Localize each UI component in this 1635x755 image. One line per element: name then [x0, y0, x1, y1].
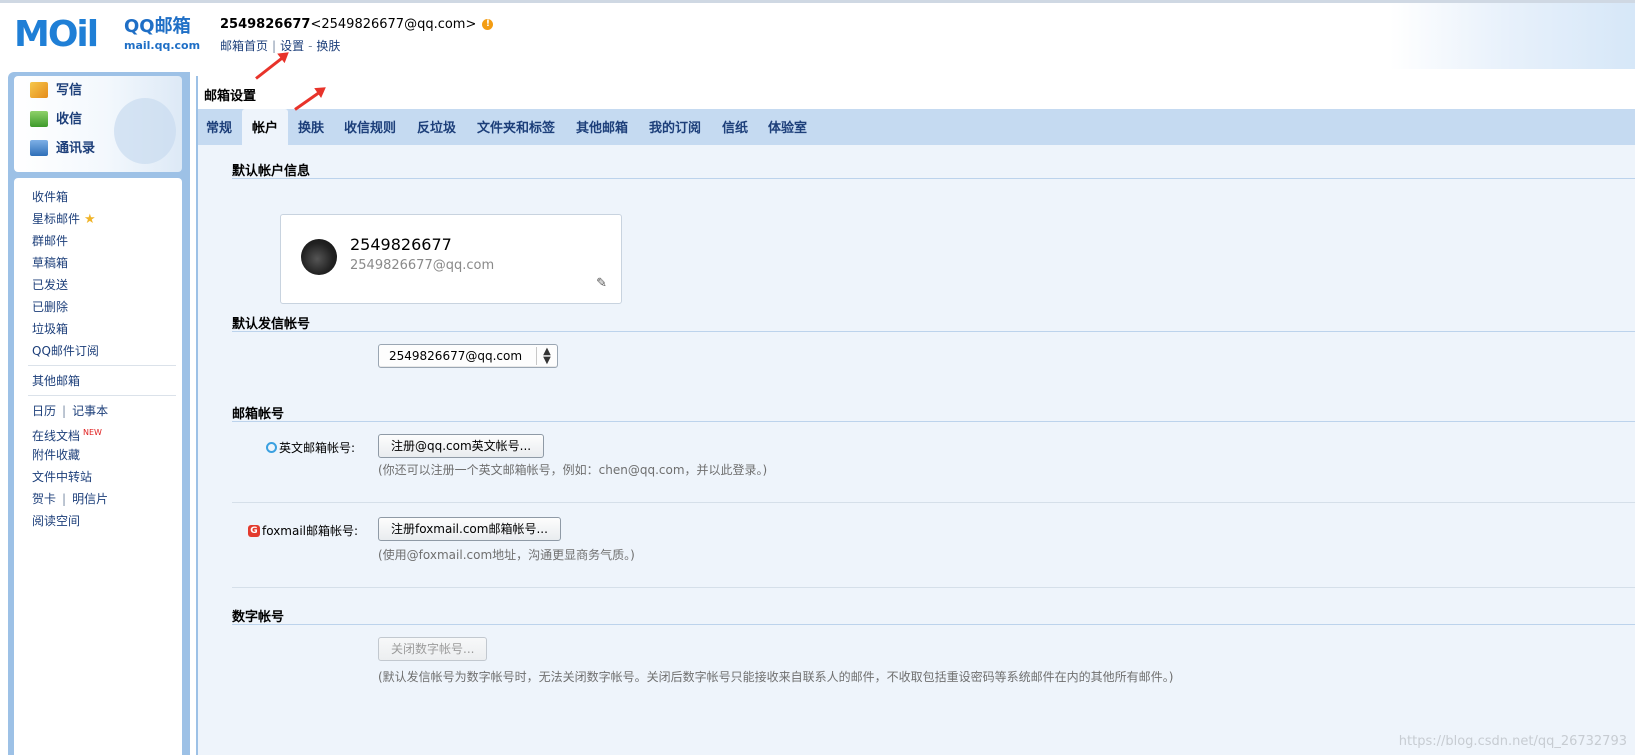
- tab-other-mailbox[interactable]: 其他邮箱: [576, 109, 628, 145]
- quick-actions-panel: 写信 收信 通讯录: [14, 76, 182, 172]
- settings-tabs: 常规 帐户 换肤 收信规则 反垃圾 文件夹和标签 其他邮箱 我的订阅 信纸 体验…: [198, 109, 1635, 145]
- tab-anti-spam[interactable]: 反垃圾: [417, 109, 456, 145]
- close-digit-account-button[interactable]: 关闭数字帐号...: [378, 637, 488, 661]
- contacts-icon: [30, 139, 48, 156]
- compose-label: 写信: [56, 83, 83, 98]
- card-account-email: 2549826677@qq.com: [350, 258, 495, 273]
- select-arrows-icon: ▲ ▼: [536, 347, 557, 366]
- sidebar-item-file-transfer[interactable]: 文件中转站: [32, 466, 176, 488]
- folder-list: 收件箱 星标邮件 ★ 群邮件 草稿箱 已发送 已删除 垃圾箱 QQ邮件订阅 其他邮…: [28, 186, 176, 532]
- sidebar-divider: [28, 365, 176, 366]
- row-divider: [232, 587, 1635, 588]
- pipe-separator: |: [62, 404, 67, 418]
- tab-lab[interactable]: 体验室: [768, 109, 807, 145]
- english-account-label-text: 英文邮箱帐号:: [279, 441, 356, 455]
- foxmail-icon: G: [248, 524, 260, 537]
- english-mail-icon: [266, 442, 277, 453]
- sidebar-item-group[interactable]: 群邮件: [32, 230, 176, 252]
- link-separator: |: [272, 39, 277, 53]
- sidebar-item-attachments[interactable]: 附件收藏: [32, 444, 176, 466]
- contacts-button[interactable]: 通讯录: [30, 135, 95, 163]
- penguin-decoration-icon: [114, 98, 176, 164]
- foxmail-account-label-text: foxmail邮箱帐号:: [262, 524, 359, 538]
- tab-general[interactable]: 常规: [206, 109, 232, 145]
- qqmail-logo[interactable]: MOil QQ邮箱 mail.qq.com: [14, 15, 204, 59]
- starred-label: 星标邮件: [32, 212, 81, 226]
- default-sender-value: 2549826677@qq.com: [389, 349, 523, 363]
- sidebar-row-cards: 贺卡 | 明信片: [32, 488, 176, 510]
- account-id: 2549826677: [220, 17, 311, 32]
- sidebar-item-drafts[interactable]: 草稿箱: [32, 252, 176, 274]
- pipe-separator: |: [62, 492, 67, 506]
- tab-subscriptions[interactable]: 我的订阅: [649, 109, 701, 145]
- receive-button[interactable]: 收信: [30, 106, 82, 134]
- section-mailbox-accounts: 邮箱帐号: [232, 407, 285, 422]
- section-default-account: 默认帐户信息: [232, 164, 311, 179]
- inbox-download-icon: [30, 110, 48, 127]
- sidebar-item-calendar[interactable]: 日历: [32, 404, 56, 418]
- digit-account-hint: (默认发信帐号为数字帐号时，无法关闭数字帐号。关闭后数字帐号只能接收来自联系人的…: [378, 670, 1174, 684]
- sidebar-item-spam[interactable]: 垃圾箱: [32, 318, 176, 340]
- sidebar-divider: [28, 395, 176, 396]
- logo-moil-text: MOil: [14, 14, 99, 55]
- tab-account[interactable]: 帐户: [242, 109, 289, 145]
- link-mailbox-home[interactable]: 邮箱首页: [220, 39, 268, 53]
- sidebar-item-sent[interactable]: 已发送: [32, 274, 176, 296]
- compose-icon: [30, 81, 48, 98]
- sidebar-item-postcards[interactable]: 明信片: [72, 492, 108, 506]
- logo-domain: mail.qq.com: [124, 39, 201, 52]
- tab-folders-labels[interactable]: 文件夹和标签: [477, 109, 555, 145]
- star-icon: ★: [84, 212, 96, 227]
- section-underline: [232, 178, 1635, 179]
- sidebar-item-notes[interactable]: 记事本: [72, 404, 108, 418]
- sidebar-item-online-docs[interactable]: 在线文档 NEW: [32, 422, 176, 444]
- page-title: 邮箱设置: [204, 89, 257, 104]
- new-badge: NEW: [83, 428, 102, 437]
- section-digit-account: 数字帐号: [232, 610, 285, 625]
- edit-pencil-icon[interactable]: ✎: [596, 276, 607, 291]
- compose-button[interactable]: 写信: [30, 77, 82, 105]
- section-underline: [232, 331, 1635, 332]
- header: MOil QQ邮箱 mail.qq.com 2549826677<2549826…: [0, 3, 1635, 69]
- settings-main: 邮箱设置 常规 帐户 换肤 收信规则 反垃圾 文件夹和标签 其他邮箱 我的订阅 …: [196, 76, 1635, 755]
- logo-brand: QQ邮箱: [124, 16, 191, 37]
- sidebar-item-starred[interactable]: 星标邮件 ★: [32, 208, 176, 230]
- english-account-hint: (你还可以注册一个英文邮箱帐号，例如：chen@qq.com，并以此登录。): [378, 463, 768, 477]
- tab-stationery[interactable]: 信纸: [722, 109, 748, 145]
- tab-receive-rules[interactable]: 收信规则: [344, 109, 396, 145]
- settings-title-bar: 邮箱设置: [198, 76, 1635, 109]
- link-separator: -: [308, 39, 313, 53]
- card-account-name: 2549826677: [350, 235, 452, 254]
- foxmail-account-label: Gfoxmail邮箱帐号:: [248, 522, 358, 539]
- default-sender-select[interactable]: 2549826677@qq.com ▲ ▼: [378, 344, 558, 368]
- register-english-account-button[interactable]: 注册@qq.com英文帐号...: [378, 434, 545, 458]
- foxmail-account-hint: (使用@foxmail.com地址，沟通更显商务气质。): [378, 548, 635, 562]
- sidebar-item-deleted[interactable]: 已删除: [32, 296, 176, 318]
- account-card: 2549826677 2549826677@qq.com ✎: [280, 214, 622, 304]
- row-divider: [232, 502, 1635, 503]
- contacts-label: 通讯录: [56, 141, 96, 156]
- account-email: <2549826677@qq.com>: [310, 17, 477, 32]
- tab-skin[interactable]: 换肤: [298, 109, 324, 145]
- receive-label: 收信: [56, 112, 83, 127]
- link-skin[interactable]: 换肤: [316, 39, 340, 53]
- account-info: 2549826677<2549826677@qq.com>!: [220, 17, 494, 32]
- sidebar-item-cards[interactable]: 贺卡: [32, 492, 56, 506]
- english-account-label: 英文邮箱帐号:: [266, 439, 355, 456]
- sidebar-item-other-mailbox[interactable]: 其他邮箱: [32, 370, 176, 392]
- register-foxmail-account-button[interactable]: 注册foxmail.com邮箱帐号...: [378, 517, 561, 541]
- sidebar-item-reading-space[interactable]: 阅读空间: [32, 510, 176, 532]
- watermark: https://blog.csdn.net/qq_26732793: [1398, 734, 1627, 749]
- avatar: [301, 239, 337, 275]
- section-underline: [232, 624, 1635, 625]
- online-docs-label: 在线文档: [32, 429, 81, 443]
- sidebar-row-calendar-notes: 日历 | 记事本: [32, 400, 176, 422]
- sidebar-item-subscriptions[interactable]: QQ邮件订阅: [32, 340, 176, 362]
- section-underline: [232, 421, 1635, 422]
- section-default-sender: 默认发信帐号: [232, 317, 311, 332]
- folder-panel: 收件箱 星标邮件 ★ 群邮件 草稿箱 已发送 已删除 垃圾箱 QQ邮件订阅 其他邮…: [14, 178, 182, 755]
- sidebar-item-inbox[interactable]: 收件箱: [32, 186, 176, 208]
- warning-icon[interactable]: !: [482, 19, 494, 30]
